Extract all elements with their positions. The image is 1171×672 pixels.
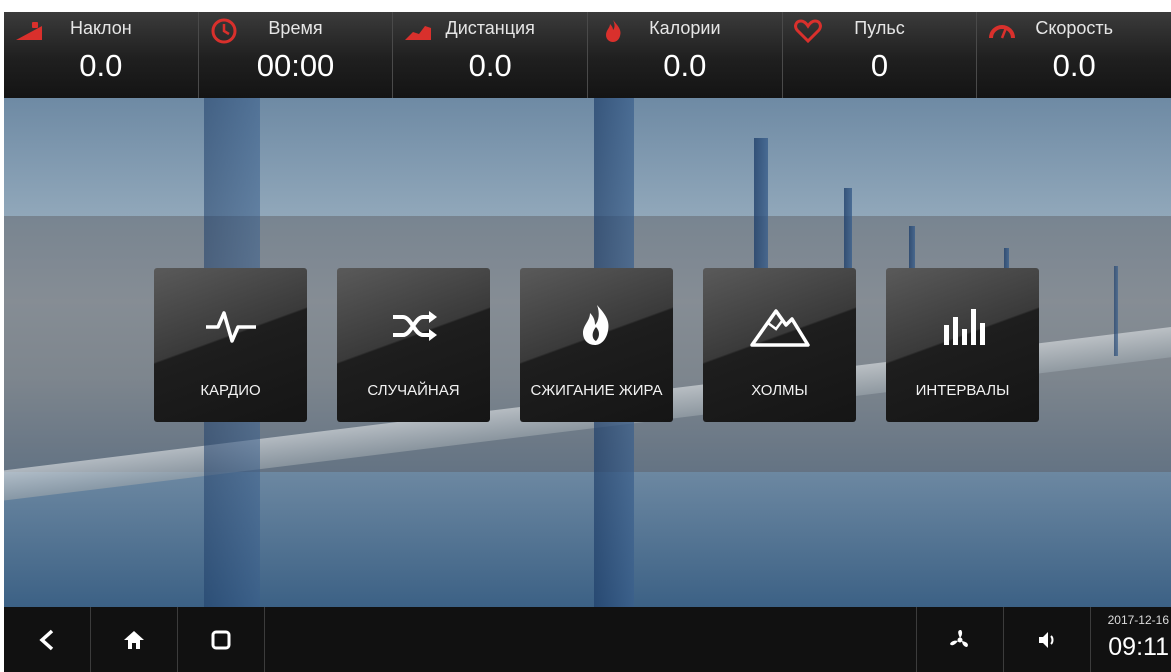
square-icon bbox=[211, 630, 231, 649]
metric-pulse: Пульс 0 bbox=[783, 12, 978, 98]
back-button[interactable] bbox=[4, 607, 91, 672]
metric-calories: Калории 0.0 bbox=[588, 12, 783, 98]
fan-button[interactable] bbox=[917, 607, 1004, 672]
metric-label: Время bbox=[268, 18, 323, 38]
metric-value: 0.0 bbox=[468, 48, 512, 83]
metric-label: Калории bbox=[649, 18, 721, 38]
volume-button[interactable] bbox=[1004, 607, 1091, 672]
program-label: ХОЛМЫ bbox=[751, 382, 808, 399]
metric-value: 0 bbox=[870, 48, 889, 83]
bars-icon bbox=[886, 298, 1039, 354]
metric-time: Время 00:00 bbox=[199, 12, 394, 98]
metric-label: Скорость bbox=[1035, 18, 1114, 38]
metric-value: 0.0 bbox=[1052, 48, 1096, 83]
flame-icon bbox=[520, 298, 673, 354]
metric-distance: Дистанция 0.0 bbox=[393, 12, 589, 98]
metric-label: Дистанция bbox=[445, 18, 535, 38]
status-date: 2017-12-16 bbox=[1107, 613, 1169, 627]
metric-label: Наклон bbox=[69, 18, 132, 38]
metric-incline: Наклон 0.0 bbox=[4, 12, 199, 98]
program-cardio-button[interactable]: КАРДИО bbox=[154, 268, 307, 422]
program-label: СЖИГАНИЕ ЖИРА bbox=[530, 382, 663, 399]
metric-value: 0.0 bbox=[79, 48, 123, 83]
back-arrow-icon bbox=[39, 629, 54, 650]
home-button[interactable] bbox=[91, 607, 178, 672]
mountain-icon bbox=[703, 298, 856, 354]
heartbeat-icon bbox=[154, 298, 307, 354]
metrics-bar: Наклон 0.0 Время 00:00 Дистанция 0.0 Кал… bbox=[4, 12, 1171, 98]
program-tiles: КАРДИО СЛУЧАЙНАЯ СЖИГАНИЕ ЖИРА ХОЛМЫ ИНТ… bbox=[154, 268, 1054, 422]
metric-value: 0.0 bbox=[663, 48, 707, 83]
program-label: ИНТЕРВАЛЫ bbox=[915, 382, 1010, 399]
fan-icon bbox=[950, 629, 968, 647]
bridge-pylon bbox=[1114, 266, 1118, 356]
navbar-spacer bbox=[265, 607, 917, 672]
home-icon bbox=[124, 630, 144, 649]
program-label: СЛУЧАЙНАЯ bbox=[367, 382, 460, 399]
program-label: КАРДИО bbox=[200, 382, 261, 399]
program-hills-button[interactable]: ХОЛМЫ bbox=[703, 268, 856, 422]
program-intervals-button[interactable]: ИНТЕРВАЛЫ bbox=[886, 268, 1039, 422]
status-time: 09:11 bbox=[1108, 633, 1169, 661]
program-random-button[interactable]: СЛУЧАЙНАЯ bbox=[337, 268, 490, 422]
shuffle-icon bbox=[337, 298, 490, 354]
metric-label: Пульс bbox=[854, 18, 905, 38]
speaker-icon bbox=[1039, 631, 1054, 648]
treadmill-screen: Наклон 0.0 Время 00:00 Дистанция 0.0 Кал… bbox=[4, 12, 1171, 672]
metric-value: 00:00 bbox=[256, 48, 335, 83]
program-fat-burn-button[interactable]: СЖИГАНИЕ ЖИРА bbox=[520, 268, 673, 422]
metric-speed: Скорость 0.0 bbox=[977, 12, 1171, 98]
recent-apps-button[interactable] bbox=[178, 607, 265, 672]
status-clock: 2017-12-16 09:11 bbox=[1091, 607, 1171, 672]
navigation-bar: 2017-12-16 09:11 bbox=[4, 607, 1171, 672]
